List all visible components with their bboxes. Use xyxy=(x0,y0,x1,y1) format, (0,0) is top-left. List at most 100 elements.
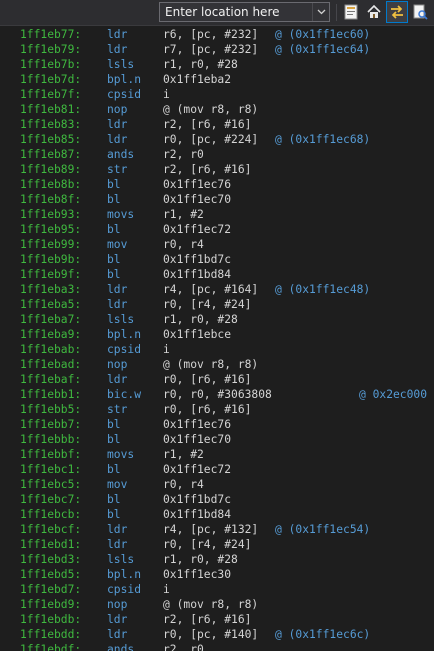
operands: @ (mov r8, r8) xyxy=(163,358,259,371)
address-label: 1ff1ebad: xyxy=(20,358,82,371)
listing-row[interactable]: 1ff1ebb5: str r0, [r6, #16] xyxy=(0,402,434,417)
disassembly-listing[interactable]: 1ff1eb77: ldr r6, [pc, #232] @ (0x1ff1ec60)… xyxy=(0,26,434,651)
listing-row[interactable]: 1ff1ebcb: bl 0x1ff1bd84 xyxy=(0,507,434,522)
mnemonic: bic.w xyxy=(107,388,142,401)
listing-row[interactable]: 1ff1eb9b: bl 0x1ff1bd7c xyxy=(0,252,434,267)
operands: 0x1ff1ec76 xyxy=(163,418,232,431)
listing-row[interactable]: 1ff1ebdd: ldr r0, [pc, #140] @ (0x1ff1ec6c) xyxy=(0,627,434,642)
listing-row[interactable]: 1ff1ebb1: bic.w r0, r0, #3063808 @ 0x2ec000 xyxy=(0,387,434,402)
location-input[interactable]: Enter location here xyxy=(160,5,312,19)
comment: @ (0x1ff1ec54) xyxy=(275,523,371,536)
address-label: 1ff1ebd1: xyxy=(20,538,82,551)
operands: 0x1ff1ebce xyxy=(163,328,232,341)
listing-row[interactable]: 1ff1ebb7: bl 0x1ff1ec76 xyxy=(0,417,434,432)
listing-row[interactable]: 1ff1eb89: str r2, [r6, #16] xyxy=(0,162,434,177)
swap-button[interactable] xyxy=(386,1,408,23)
mnemonic: nop xyxy=(107,103,128,116)
listing-row[interactable]: 1ff1eb95: bl 0x1ff1ec72 xyxy=(0,222,434,237)
mnemonic: cpsid xyxy=(107,88,142,101)
listing-row[interactable]: 1ff1ebc5: mov r0, r4 xyxy=(0,477,434,492)
listing-row[interactable]: 1ff1eb9f: bl 0x1ff1bd84 xyxy=(0,267,434,282)
address-label: 1ff1eb89: xyxy=(20,163,82,176)
listing-row[interactable]: 1ff1ebbf: movs r1, #2 xyxy=(0,447,434,462)
listing-row[interactable]: 1ff1eb79: ldr r7, [pc, #232] @ (0x1ff1ec64) xyxy=(0,42,434,57)
operands: 0x1ff1ec70 xyxy=(163,193,232,206)
operands: r6, [pc, #232] xyxy=(163,28,259,41)
listing-row[interactable]: 1ff1eb7d: bpl.n 0x1ff1eba2 xyxy=(0,72,434,87)
listing-row[interactable]: 1ff1eba9: bpl.n 0x1ff1ebce xyxy=(0,327,434,342)
document-search-icon xyxy=(413,4,428,20)
listing-row[interactable]: 1ff1eb81: nop @ (mov r8, r8) xyxy=(0,102,434,117)
home-button[interactable] xyxy=(364,2,384,22)
mnemonic: bl xyxy=(107,463,121,476)
address-label: 1ff1ebab: xyxy=(20,343,82,356)
listing-row[interactable]: 1ff1ebd9: nop @ (mov r8, r8) xyxy=(0,597,434,612)
listing-row[interactable]: 1ff1eb87: ands r2, r0 xyxy=(0,147,434,162)
operands: 0x1ff1ec72 xyxy=(163,463,232,476)
listing-row[interactable]: 1ff1ebbb: bl 0x1ff1ec70 xyxy=(0,432,434,447)
operands: r0, [r6, #16] xyxy=(163,373,252,386)
toolbar: Enter location here xyxy=(0,0,434,26)
mnemonic: str xyxy=(107,403,128,416)
comment: @ (0x1ff1ec6c) xyxy=(275,628,371,641)
listing-row[interactable]: 1ff1eb8b: bl 0x1ff1ec76 xyxy=(0,177,434,192)
listing-row[interactable]: 1ff1ebdb: ldr r2, [r6, #16] xyxy=(0,612,434,627)
listing-row[interactable]: 1ff1ebd7: cpsid i xyxy=(0,582,434,597)
operands: r1, r0, #28 xyxy=(163,553,238,566)
listing-row[interactable]: 1ff1ebc1: bl 0x1ff1ec72 xyxy=(0,462,434,477)
listing-row[interactable]: 1ff1ebc7: bl 0x1ff1bd7c xyxy=(0,492,434,507)
address-label: 1ff1eb8b: xyxy=(20,178,82,191)
mnemonic: lsls xyxy=(107,58,135,71)
address-label: 1ff1eb9f: xyxy=(20,268,82,281)
address-label: 1ff1eb83: xyxy=(20,118,82,131)
listing-row[interactable]: 1ff1ebd3: lsls r1, r0, #28 xyxy=(0,552,434,567)
address-label: 1ff1eb7f: xyxy=(20,88,82,101)
listing-row[interactable]: 1ff1ebab: cpsid i xyxy=(0,342,434,357)
address-label: 1ff1eb77: xyxy=(20,28,82,41)
listing-row[interactable]: 1ff1ebcf: ldr r4, [pc, #132] @ (0x1ff1ec54) xyxy=(0,522,434,537)
listing-row[interactable]: 1ff1ebd5: bpl.n 0x1ff1ec30 xyxy=(0,567,434,582)
mnemonic: movs xyxy=(107,448,135,461)
listing-row[interactable]: 1ff1eb8f: bl 0x1ff1ec70 xyxy=(0,192,434,207)
address-label: 1ff1eb79: xyxy=(20,43,82,56)
document-search-button[interactable] xyxy=(410,2,430,22)
listing-row[interactable]: 1ff1eb77: ldr r6, [pc, #232] @ (0x1ff1ec60) xyxy=(0,27,434,42)
listing-row[interactable]: 1ff1eb83: ldr r2, [r6, #16] xyxy=(0,117,434,132)
operands: 0x1ff1ec72 xyxy=(163,223,232,236)
chevron-down-icon[interactable] xyxy=(312,3,329,21)
location-combobox[interactable]: Enter location here xyxy=(159,2,330,22)
listing-row[interactable]: 1ff1eb93: movs r1, #2 xyxy=(0,207,434,222)
operands: 0x1ff1ec76 xyxy=(163,178,232,191)
address-label: 1ff1ebb5: xyxy=(20,403,82,416)
operands: @ (mov r8, r8) xyxy=(163,103,259,116)
mnemonic: mov xyxy=(107,238,128,251)
listing-row[interactable]: 1ff1ebaf: ldr r0, [r6, #16] xyxy=(0,372,434,387)
mnemonic: ands xyxy=(107,643,135,651)
operands: r0, [r4, #24] xyxy=(163,538,252,551)
mnemonic: bl xyxy=(107,268,121,281)
mnemonic: str xyxy=(107,163,128,176)
address-label: 1ff1eba9: xyxy=(20,328,82,341)
listing-row[interactable]: 1ff1ebdf: ands r2, r0 xyxy=(0,642,434,651)
listing-row[interactable]: 1ff1eb85: ldr r0, [pc, #224] @ (0x1ff1ec68) xyxy=(0,132,434,147)
operands: @ (mov r8, r8) xyxy=(163,598,259,611)
operands: r0, r0, #3063808 xyxy=(163,388,272,401)
address-label: 1ff1eba3: xyxy=(20,283,82,296)
listing-row[interactable]: 1ff1eb7b: lsls r1, r0, #28 xyxy=(0,57,434,72)
address-label: 1ff1eba7: xyxy=(20,313,82,326)
swap-arrows-icon xyxy=(391,5,403,19)
listing-row[interactable]: 1ff1eba7: lsls r1, r0, #28 xyxy=(0,312,434,327)
listing-row[interactable]: 1ff1eb7f: cpsid i xyxy=(0,87,434,102)
mnemonic: nop xyxy=(107,598,128,611)
comment: @ (0x1ff1ec60) xyxy=(275,28,371,41)
listing-row[interactable]: 1ff1eba5: ldr r0, [r4, #24] xyxy=(0,297,434,312)
mnemonic: bl xyxy=(107,493,121,506)
mnemonic: ldr xyxy=(107,28,128,41)
address-label: 1ff1ebcf: xyxy=(20,523,82,536)
listing-row[interactable]: 1ff1ebad: nop @ (mov r8, r8) xyxy=(0,357,434,372)
listing-row[interactable]: 1ff1eb99: mov r0, r4 xyxy=(0,237,434,252)
address-label: 1ff1ebbb: xyxy=(20,433,82,446)
listing-row[interactable]: 1ff1eba3: ldr r4, [pc, #164] @ (0x1ff1ec48) xyxy=(0,282,434,297)
listing-view-button[interactable] xyxy=(341,2,361,22)
listing-row[interactable]: 1ff1ebd1: ldr r0, [r4, #24] xyxy=(0,537,434,552)
